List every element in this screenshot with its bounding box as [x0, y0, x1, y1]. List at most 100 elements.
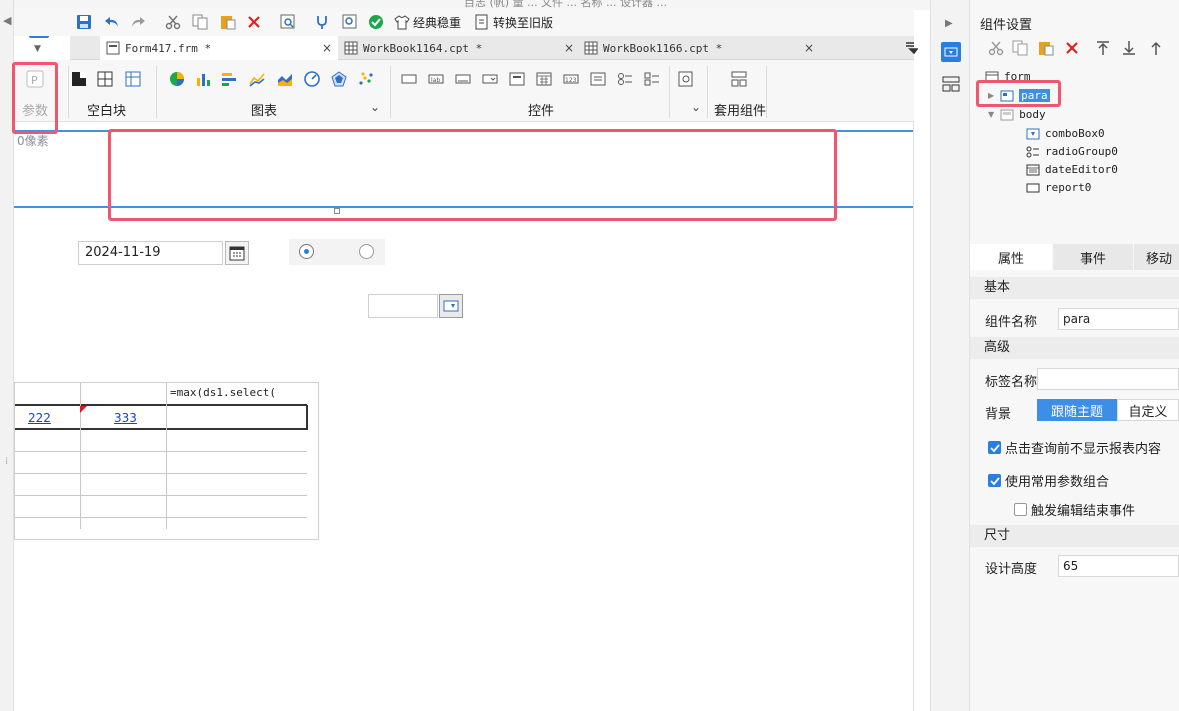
blank-block-dark-icon[interactable]	[70, 70, 88, 88]
tab-mobile[interactable]: 移动	[1134, 244, 1179, 270]
convert-old-label: 转换至旧版	[493, 15, 554, 30]
report-block[interactable]: =max(ds1.select( 222 333	[14, 382, 319, 540]
radar-chart-icon[interactable]	[330, 70, 348, 88]
layout-icon[interactable]	[942, 76, 960, 92]
highlight-parameter-button	[12, 62, 58, 134]
line-chart-icon[interactable]	[248, 70, 266, 88]
blank-block-split-icon[interactable]	[96, 70, 114, 88]
tab-events[interactable]: 事件	[1053, 244, 1133, 270]
move-bottom-icon[interactable]	[1122, 40, 1136, 56]
panel-expand-icon[interactable]: ▶	[945, 18, 953, 29]
search-widget-icon[interactable]	[677, 70, 695, 88]
checkbox-edit-end-event[interactable]: 触发编辑结束事件	[1014, 500, 1135, 519]
move-top-icon[interactable]	[1096, 40, 1110, 56]
delete-icon[interactable]	[1065, 41, 1079, 55]
text-widget-icon[interactable]	[400, 70, 418, 88]
radio-option-2[interactable]	[359, 244, 374, 259]
combo-dropdown-icon[interactable]	[439, 294, 463, 318]
classic-theme-button[interactable]: 经典稳重	[394, 12, 461, 32]
date-editor-field[interactable]: 2024-11-19	[78, 241, 223, 265]
cut-icon[interactable]	[988, 40, 1004, 56]
component-settings-icon[interactable]	[941, 42, 961, 62]
close-icon[interactable]: ×	[322, 41, 332, 55]
tag-name-input[interactable]	[1037, 368, 1179, 390]
background-label: 背景	[985, 407, 1012, 422]
controls-expand-chevron-icon[interactable]: ⌄	[691, 100, 701, 114]
tree-widget-icon[interactable]	[508, 70, 526, 88]
copy-icon[interactable]	[190, 12, 210, 32]
copy-icon[interactable]	[1012, 40, 1028, 56]
move-up-icon[interactable]	[1149, 40, 1163, 56]
background-follow-theme-button[interactable]: 跟随主题	[1037, 399, 1117, 421]
convert-old-button[interactable]: 转换至旧版	[474, 12, 553, 32]
app-menu-dropdown-icon[interactable]: ▼	[34, 44, 41, 54]
document-tabs: Form417.frm * × WorkBook1164.cpt * × Wor…	[70, 36, 918, 60]
tab-properties[interactable]: 属性	[970, 244, 1052, 270]
radio-option-1[interactable]	[299, 244, 314, 259]
checkbox-widget-icon[interactable]	[643, 70, 661, 88]
paste-icon[interactable]	[1038, 40, 1054, 56]
combo-widget-icon[interactable]	[481, 70, 499, 88]
textarea-widget-icon[interactable]	[589, 70, 607, 88]
radio-widget-icon[interactable]	[616, 70, 634, 88]
bar-chart-icon[interactable]	[194, 70, 212, 88]
gauge-chart-icon[interactable]	[303, 70, 321, 88]
tree-node-combobox[interactable]: comboBox0	[1025, 127, 1105, 140]
svg-text:lab: lab	[431, 77, 440, 84]
area-chart-icon[interactable]	[276, 70, 294, 88]
undo-icon[interactable]	[102, 12, 122, 32]
redo-icon[interactable]	[128, 12, 148, 32]
checkbox-checked-icon[interactable]	[988, 474, 1001, 487]
paste-icon[interactable]	[218, 12, 238, 32]
date-widget-icon[interactable]	[535, 70, 553, 88]
tree-node-body[interactable]: ▼ body	[988, 108, 1046, 121]
close-icon[interactable]: ×	[564, 41, 574, 55]
tab-list-icon[interactable]	[904, 40, 918, 54]
horizontal-bar-icon[interactable]	[220, 70, 238, 88]
scatter-chart-icon[interactable]	[357, 70, 375, 88]
radio-group[interactable]	[289, 239, 385, 265]
preview-icon[interactable]	[278, 12, 298, 32]
number-widget-icon[interactable]: 123	[562, 70, 580, 88]
tree-node-dateeditor[interactable]: dateEditor0	[1025, 163, 1118, 176]
checkbox-hide-before-query[interactable]: 点击查询前不显示报表内容	[988, 438, 1161, 457]
tab-workbook1164[interactable]: WorkBook1164.cpt * ×	[338, 36, 578, 60]
collapse-arrow-icon[interactable]: ▼	[988, 110, 994, 119]
label-widget-icon[interactable]: lab	[427, 70, 445, 88]
collapse-arrow-icon[interactable]: ◀	[3, 14, 11, 27]
tab-form417[interactable]: Form417.frm * ×	[100, 36, 338, 60]
button-widget-icon[interactable]	[454, 70, 472, 88]
drag-handle-icon[interactable]: ⁞	[5, 456, 8, 467]
template-component-icon[interactable]	[730, 70, 748, 88]
link-cell-333[interactable]: 333	[114, 411, 137, 425]
checkbox-checked-icon[interactable]	[988, 441, 1001, 454]
calendar-icon[interactable]	[225, 241, 249, 265]
radio-group-icon	[1025, 145, 1040, 158]
pie-chart-icon[interactable]	[168, 70, 186, 88]
checkbox-common-params[interactable]: 使用常用参数组合	[988, 471, 1109, 490]
plug-icon[interactable]	[312, 12, 332, 32]
link-cell-222[interactable]: 222	[28, 411, 51, 425]
formula-cell[interactable]: =max(ds1.select(	[170, 386, 276, 399]
component-name-input[interactable]: para	[1058, 308, 1179, 330]
combo-box-icon	[1025, 127, 1040, 140]
chart-expand-chevron-icon[interactable]: ⌄	[370, 100, 380, 114]
tree-node-report[interactable]: report0	[1025, 181, 1091, 194]
tab-workbook1166[interactable]: WorkBook1166.cpt * ×	[578, 36, 818, 60]
background-custom-button[interactable]: 自定义	[1117, 399, 1179, 421]
save-icon[interactable]	[74, 12, 94, 32]
design-height-input[interactable]: 65	[1058, 555, 1179, 577]
tag-name-label: 标签名称	[985, 375, 1038, 390]
combo-box-field[interactable]	[368, 294, 438, 318]
check-icon[interactable]	[366, 12, 386, 32]
tree-node-radiogroup[interactable]: radioGroup0	[1025, 145, 1118, 158]
delete-icon[interactable]	[244, 12, 264, 32]
cut-icon[interactable]	[163, 12, 183, 32]
checkbox-hide-before-query-label: 点击查询前不显示报表内容	[1005, 442, 1162, 457]
pixel-ruler-label: 0像素	[17, 134, 49, 148]
section-size: 尺寸	[970, 525, 1179, 547]
close-icon[interactable]: ×	[804, 41, 814, 55]
blank-block-grid-icon[interactable]	[124, 70, 142, 88]
checkbox-unchecked-icon[interactable]	[1014, 503, 1027, 516]
search-doc-icon[interactable]	[340, 12, 360, 32]
